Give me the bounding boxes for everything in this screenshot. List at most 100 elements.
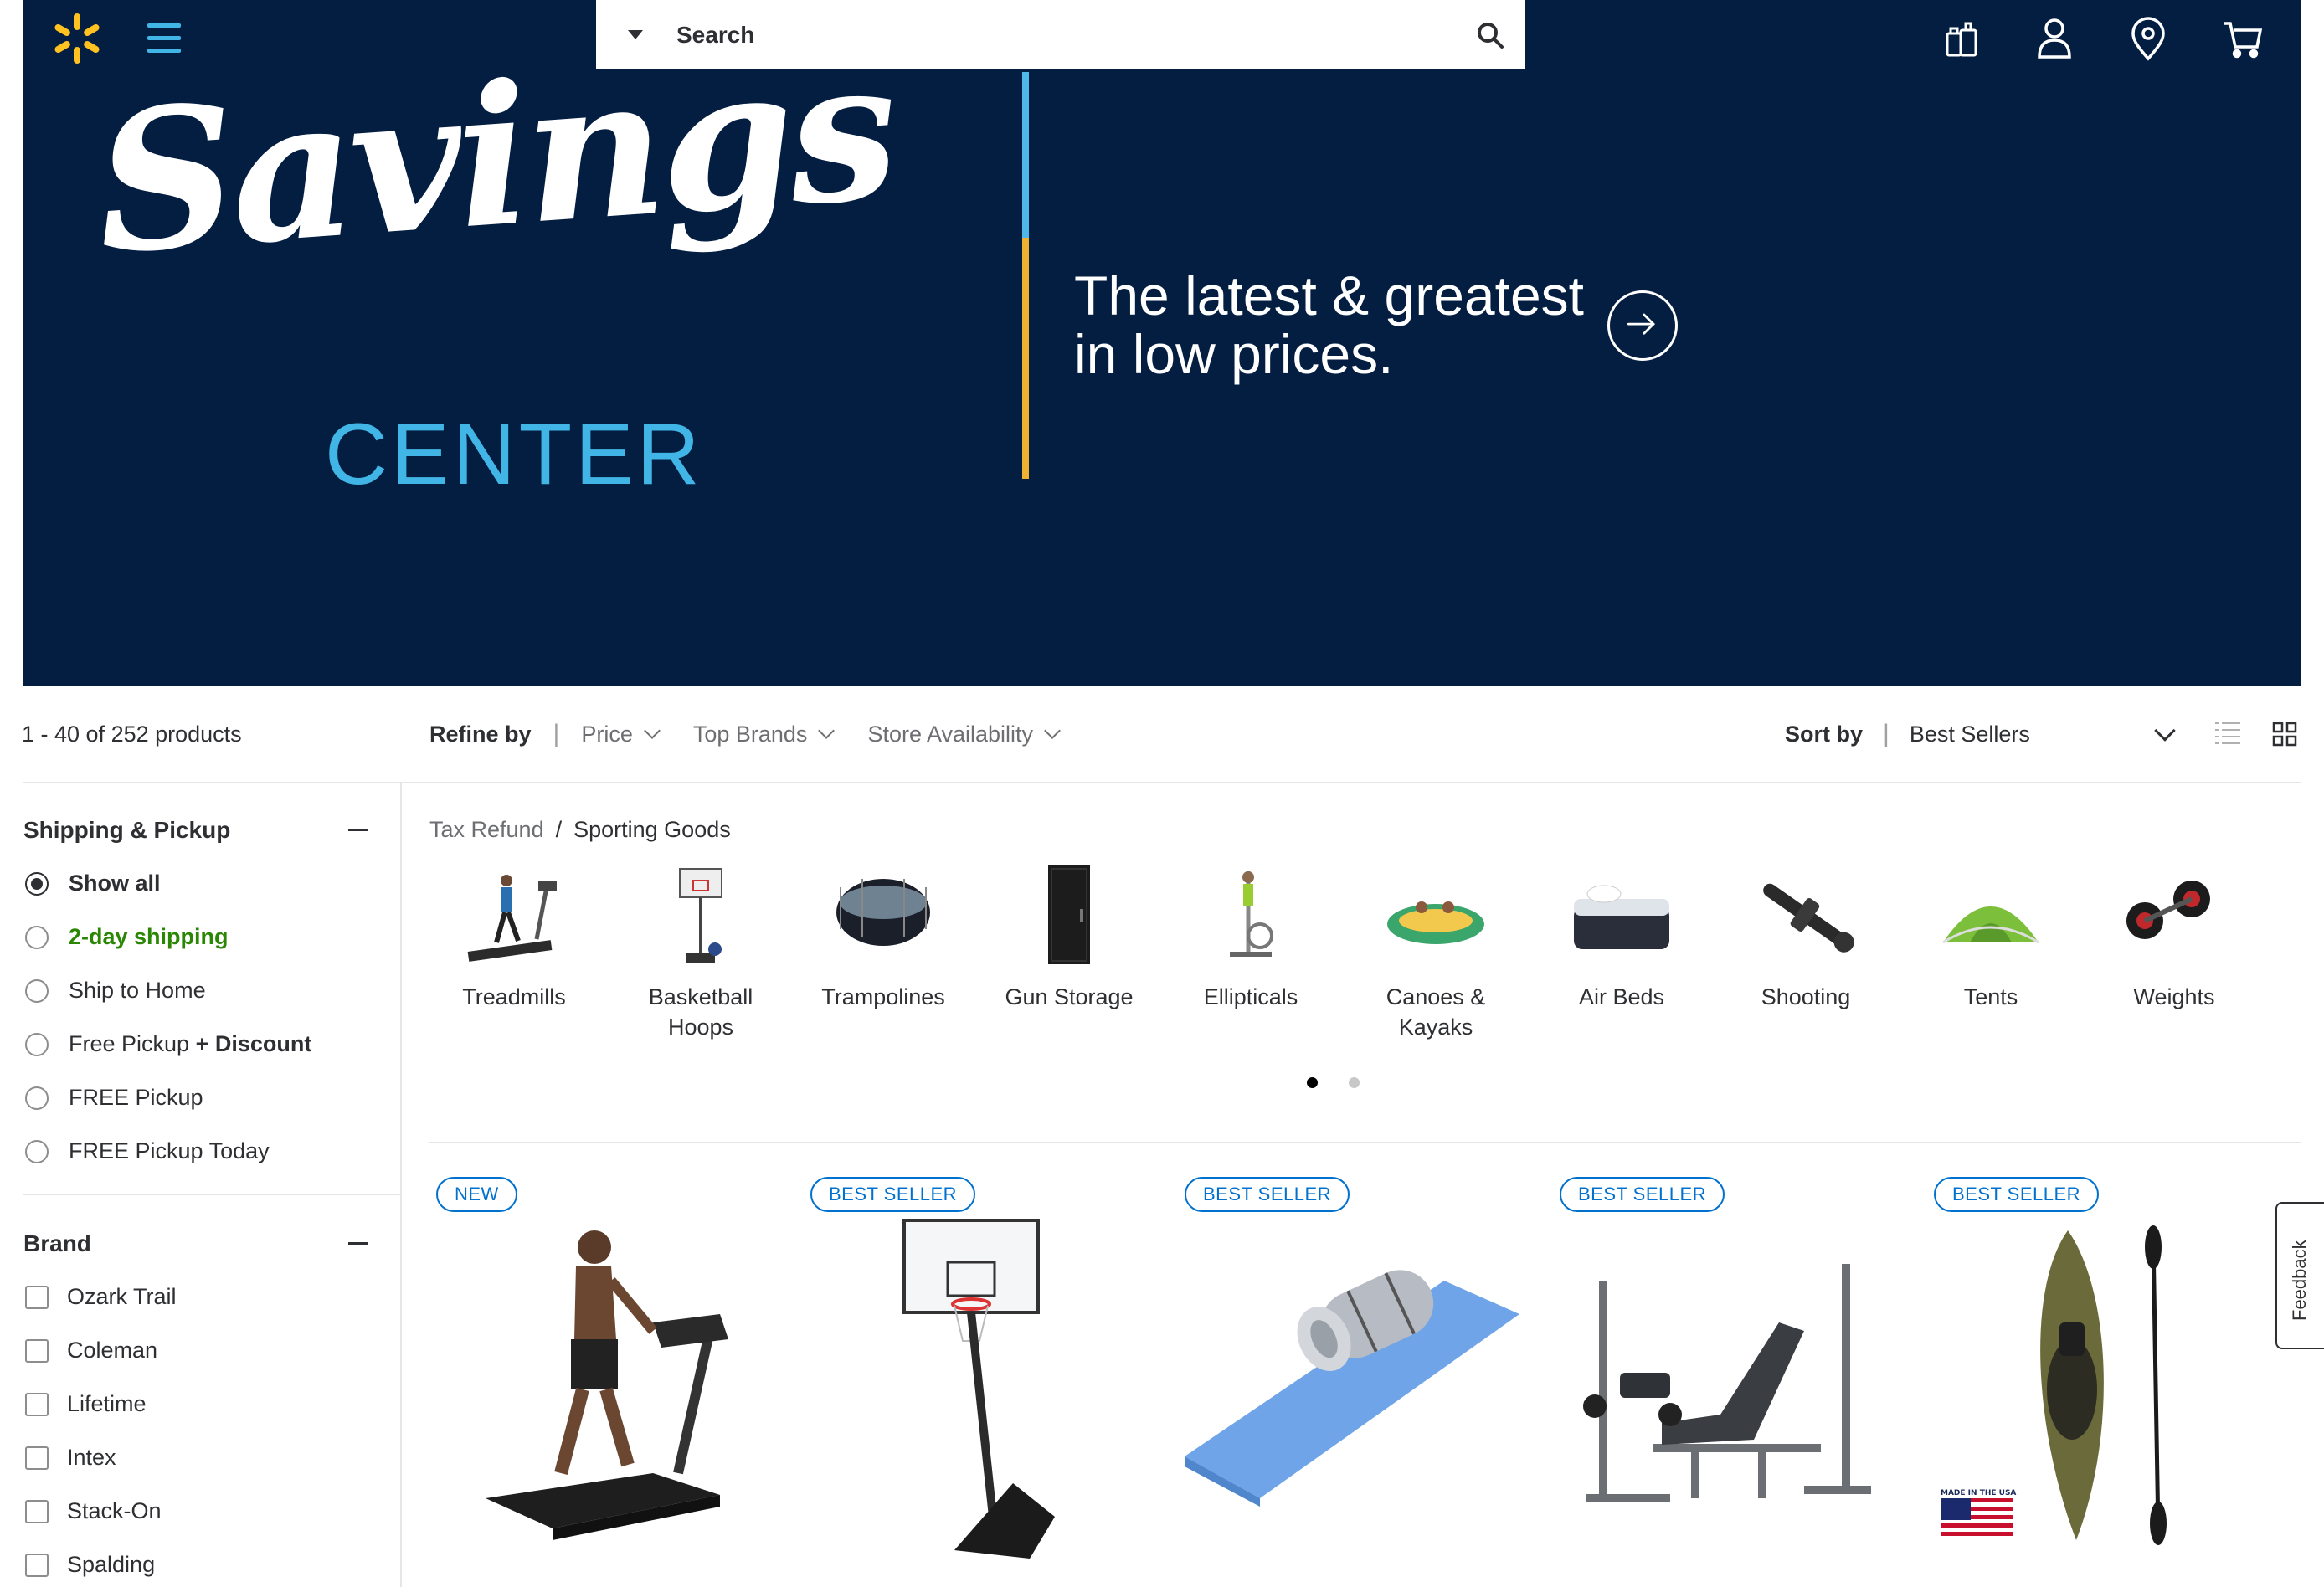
chevron-down-icon: [1044, 722, 1061, 739]
refine-price-dropdown[interactable]: Price: [581, 722, 661, 747]
product-image-weight-bench[interactable]: [1570, 1247, 1888, 1523]
sort-bar: Sort by | Best Sellers: [1785, 720, 2176, 748]
category-ellipticals[interactable]: Ellipticals: [1171, 862, 1330, 1012]
sidebar-section-divider: [23, 1194, 400, 1195]
made-in-usa-flag-icon: MADE IN THE USA: [1941, 1489, 2016, 1537]
list-view-icon[interactable]: [2215, 720, 2240, 745]
raft-image: [1387, 901, 1484, 944]
radio-ship-to-home[interactable]: Ship to Home: [25, 978, 206, 1004]
product-badge: BEST SELLER: [1560, 1177, 1725, 1212]
category-label: Air Beds: [1578, 984, 1665, 1009]
toolbar-divider: [23, 782, 2301, 783]
category-divider: [429, 1142, 2301, 1143]
gun-safe-image: [1048, 865, 1090, 964]
result-count: 1 - 40 of 252 products: [22, 722, 242, 747]
radio-button[interactable]: [25, 1086, 49, 1110]
radio-button-selected[interactable]: [25, 871, 49, 896]
spark-logo-icon[interactable]: [50, 12, 104, 65]
category-label: Ellipticals: [1203, 984, 1298, 1009]
sort-select[interactable]: Best Sellers: [1910, 722, 2144, 747]
product-badge: BEST SELLER: [810, 1177, 976, 1212]
category-treadmills[interactable]: Treadmills: [434, 862, 594, 1012]
rifle-scope-image: [1763, 883, 1854, 953]
collapse-minus-icon[interactable]: [348, 1242, 368, 1245]
breadcrumb-parent[interactable]: Tax Refund: [429, 817, 544, 843]
hero-divider: [1022, 72, 1029, 479]
radio-button[interactable]: [25, 925, 49, 949]
category-label: Gun Storage: [1005, 984, 1134, 1009]
radio-button[interactable]: [25, 1032, 49, 1056]
arrow-right-icon[interactable]: [1607, 290, 1678, 361]
category-label: Trampolines: [821, 984, 945, 1009]
radio-button[interactable]: [25, 1139, 49, 1163]
product-image-sleeping-pad[interactable]: [1185, 1247, 1519, 1515]
feedback-tab[interactable]: Feedback: [2275, 1202, 2324, 1349]
refine-availability-dropdown[interactable]: Store Availability: [867, 722, 1061, 747]
brand-checkbox-spalding[interactable]: Spalding: [25, 1552, 155, 1578]
category-label: Canoes & Kayaks: [1386, 984, 1486, 1040]
chevron-down-icon[interactable]: [2154, 720, 2176, 742]
location-pin-icon[interactable]: [2126, 15, 2170, 62]
checkbox[interactable]: [25, 1392, 49, 1416]
checkbox[interactable]: [25, 1338, 49, 1363]
brand-checkbox-lifetime[interactable]: Lifetime: [25, 1391, 147, 1417]
hero-script-word: Savings: [89, 16, 900, 298]
radio-free-pickup[interactable]: FREE Pickup: [25, 1085, 203, 1111]
brand-checkbox-coleman[interactable]: Coleman: [25, 1338, 157, 1364]
basketball-hoop-image: [679, 868, 722, 963]
category-gun-storage[interactable]: Gun Storage: [990, 862, 1149, 1012]
category-label: Weights: [2133, 984, 2215, 1009]
checkbox[interactable]: [25, 1553, 49, 1577]
product-image-kayak[interactable]: MADE IN THE USA: [1934, 1222, 2185, 1548]
brand-checkbox-ozark-trail[interactable]: Ozark Trail: [25, 1284, 177, 1310]
category-tents[interactable]: Tents: [1911, 862, 2070, 1012]
radio-free-pickup-today[interactable]: FREE Pickup Today: [25, 1138, 270, 1164]
sidebar-divider: [400, 783, 402, 1587]
carousel-dot-active[interactable]: [1307, 1077, 1318, 1088]
hero-tagline-line2: in low prices.: [1074, 323, 1394, 385]
checkbox[interactable]: [25, 1499, 49, 1523]
chevron-down-icon: [643, 722, 661, 739]
checkbox[interactable]: [25, 1446, 49, 1470]
radio-show-all[interactable]: Show all: [25, 871, 161, 896]
category-label: Treadmills: [462, 984, 566, 1009]
product-image-basketball-hoop[interactable]: [887, 1215, 1072, 1559]
menu-icon[interactable]: [141, 15, 188, 62]
sort-label: Sort by: [1785, 721, 1864, 747]
breadcrumb: Tax Refund / Sporting Goods: [429, 817, 731, 843]
made-in-usa-text: MADE IN THE USA: [1941, 1489, 2016, 1497]
product-badge: BEST SELLER: [1185, 1177, 1350, 1212]
radio-2-day-shipping[interactable]: 2-day shipping: [25, 924, 229, 950]
account-icon[interactable]: [2033, 15, 2076, 62]
search-icon[interactable]: [1473, 18, 1507, 52]
air-bed-image: [1574, 885, 1669, 949]
hero-tagline: The latest & greatest in low prices.: [1074, 266, 1584, 383]
brand-checkbox-stack-on[interactable]: Stack-On: [25, 1498, 162, 1524]
tent-image: [1942, 906, 2039, 944]
product-badge: NEW: [436, 1177, 517, 1212]
refine-separator: |: [553, 720, 560, 747]
product-badge: BEST SELLER: [1934, 1177, 2100, 1212]
grid-view-icon[interactable]: [2272, 722, 2297, 747]
hero-center-word: CENTER: [325, 406, 703, 503]
radio-free-pickup-discount[interactable]: Free Pickup + Discount: [25, 1031, 311, 1057]
product-image-treadmill[interactable]: [469, 1222, 737, 1548]
category-weights[interactable]: Weights: [2095, 862, 2254, 1012]
hero-banner[interactable]: Search Savings CENTER The latest & great…: [23, 0, 2301, 686]
brand-checkbox-intex[interactable]: Intex: [25, 1445, 116, 1471]
refine-brands-dropdown[interactable]: Top Brands: [693, 722, 836, 747]
category-trampolines[interactable]: Trampolines: [804, 862, 963, 1012]
category-basketball-hoops[interactable]: Basketball Hoops: [621, 862, 780, 1042]
gift-reorder-icon[interactable]: [1941, 15, 1984, 62]
category-canoes-kayaks[interactable]: Canoes & Kayaks: [1356, 862, 1515, 1042]
cart-icon[interactable]: [2220, 15, 2264, 62]
elliptical-image: [1230, 871, 1273, 957]
carousel-dot[interactable]: [1349, 1077, 1360, 1088]
radio-button[interactable]: [25, 978, 49, 1003]
category-shooting[interactable]: Shooting: [1726, 862, 1885, 1012]
treadmill-image: [467, 875, 557, 962]
collapse-minus-icon[interactable]: [348, 829, 368, 831]
checkbox[interactable]: [25, 1285, 49, 1309]
facet-title-brand: Brand: [23, 1230, 91, 1256]
category-air-beds[interactable]: Air Beds: [1542, 862, 1701, 1012]
